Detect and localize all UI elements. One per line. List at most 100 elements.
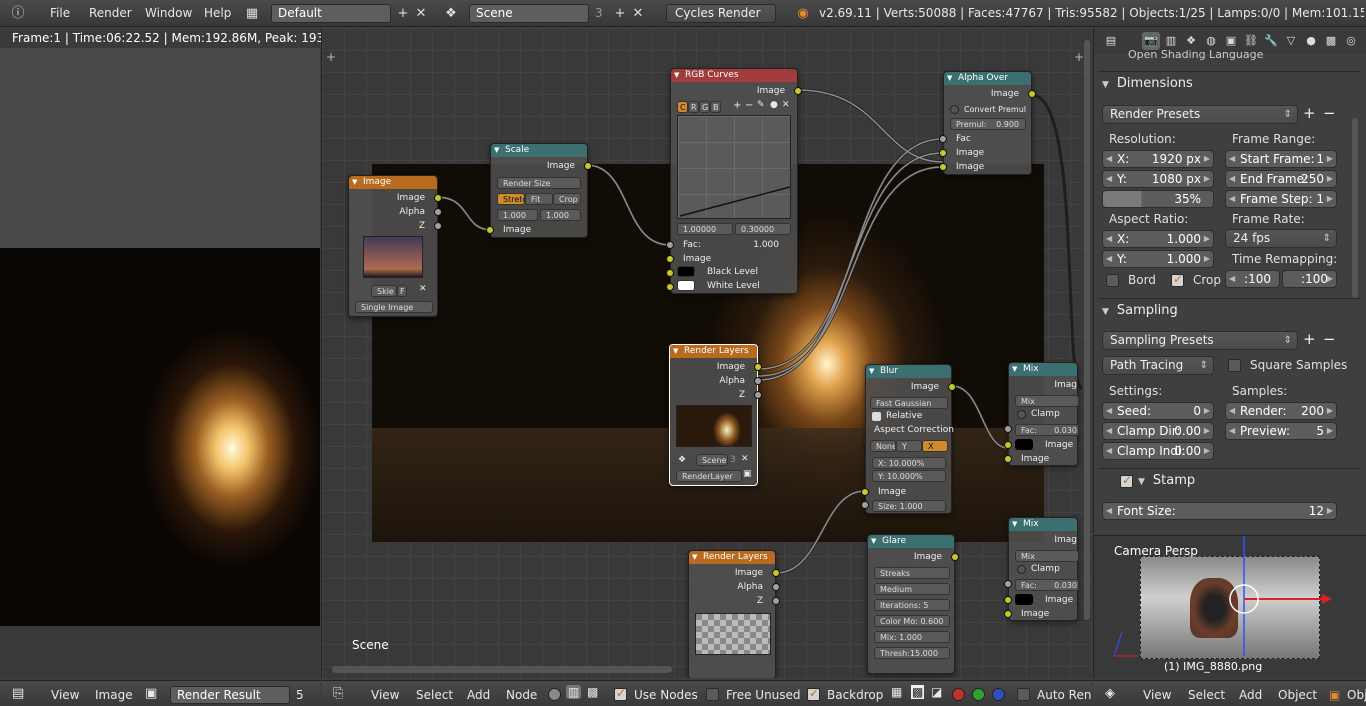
add-layout-icon[interactable]: +	[393, 4, 413, 23]
properties-scrollbar[interactable]	[1352, 118, 1358, 298]
crop-checkbox[interactable]	[1171, 272, 1184, 287]
sampling-panel-header[interactable]: Sampling	[1102, 300, 1357, 322]
backdrop-checkbox[interactable]	[807, 686, 820, 701]
material-tab-icon[interactable]: ●	[1302, 32, 1320, 50]
frame-rate-dropdown[interactable]: 24 fps	[1225, 229, 1337, 248]
stamp-panel-header[interactable]: Stamp	[1102, 470, 1357, 492]
remove-scene-icon[interactable]: ✕	[628, 4, 648, 23]
square-samples-checkbox[interactable]	[1228, 359, 1241, 372]
output-socket[interactable]	[434, 194, 442, 202]
node-image-header[interactable]: Image	[349, 176, 437, 189]
render-samples-field[interactable]: ◀ Render: 200 ▶	[1225, 402, 1337, 420]
decrement-icon[interactable]: ◀	[1229, 191, 1235, 207]
node-rgb-curves[interactable]: RGB Curves Image C R G B + − ✎ ● ✕ 1.000…	[666, 68, 802, 294]
clip-icon[interactable]: ●	[770, 100, 778, 110]
output-socket[interactable]	[754, 363, 762, 371]
glare-quality-dropdown[interactable]: Medium	[874, 583, 950, 595]
color-mod-field[interactable]: Color Mo: 0.600	[874, 615, 950, 627]
decrement-icon[interactable]: ◀	[1229, 151, 1235, 167]
view-menu[interactable]: View	[371, 688, 399, 702]
axis-none-button[interactable]: None	[870, 440, 896, 452]
increment-icon[interactable]: ▶	[1204, 151, 1210, 167]
scene-field[interactable]: Scene	[469, 4, 589, 23]
menu-file[interactable]: File	[50, 4, 70, 23]
output-socket[interactable]	[948, 383, 956, 391]
render-presets-dropdown[interactable]: Render Presets	[1102, 105, 1298, 124]
close-icon[interactable]: ✕	[782, 100, 790, 110]
image-menu[interactable]: Image	[95, 688, 133, 702]
black-level-swatch[interactable]	[677, 266, 695, 277]
input-socket[interactable]	[1004, 610, 1012, 618]
mix-field[interactable]: Mix: 1.000	[874, 631, 950, 643]
curve-graph[interactable]	[677, 115, 791, 219]
increment-icon[interactable]: ▶	[1327, 423, 1333, 439]
menu-help[interactable]: Help	[204, 4, 231, 23]
image-source-dropdown[interactable]: Single Image	[355, 301, 433, 313]
scene-field[interactable]: Scene	[696, 454, 728, 466]
axis-x-button[interactable]: X	[922, 440, 948, 452]
input-socket[interactable]	[1004, 441, 1012, 449]
mode-dropdown[interactable]: Obj	[1347, 688, 1366, 702]
close-icon[interactable]: ✕	[419, 284, 427, 294]
increment-icon[interactable]: ▶	[1204, 443, 1210, 459]
texture-nodes-icon[interactable]: ▩	[587, 685, 598, 699]
shader-nodes-icon[interactable]	[548, 688, 561, 701]
increment-icon[interactable]: ▶	[1327, 191, 1333, 207]
green-channel-icon[interactable]	[972, 688, 985, 701]
resolution-percentage-slider[interactable]: 35%	[1102, 190, 1214, 208]
node-alpha-over-header[interactable]: Alpha Over	[944, 72, 1031, 85]
clamp-checkbox[interactable]	[1017, 565, 1026, 574]
white-level-swatch[interactable]	[677, 280, 695, 291]
scale-x-field[interactable]: 1.000	[497, 209, 538, 221]
corner-plus-icon[interactable]: +	[1074, 50, 1084, 64]
remove-preset-icon[interactable]: −	[1323, 330, 1336, 348]
image-name-field[interactable]: Skie	[371, 285, 397, 297]
fit-button[interactable]: Fit	[525, 193, 553, 205]
input-socket[interactable]	[666, 255, 674, 263]
decrement-icon[interactable]: ◀	[1106, 423, 1112, 439]
output-socket[interactable]	[434, 208, 442, 216]
node-scale-header[interactable]: Scale	[491, 144, 587, 157]
output-socket[interactable]	[951, 553, 959, 561]
screen-layout-field[interactable]: Default	[271, 4, 391, 23]
compositing-nodes-icon[interactable]: ▥	[566, 685, 582, 699]
editor-type-icon[interactable]: ▤	[1102, 32, 1120, 50]
scale-space-dropdown[interactable]: Render Size	[497, 177, 581, 189]
object-mode-icon[interactable]: ▣	[1329, 688, 1340, 702]
input-socket[interactable]	[1004, 596, 1012, 604]
output-socket[interactable]	[434, 222, 442, 230]
clamp-indirect-field[interactable]: ◀ Clamp Indi: 0.00 ▶	[1102, 442, 1214, 460]
decrement-icon[interactable]: ◀	[1106, 231, 1112, 247]
add-scene-icon[interactable]: +	[610, 4, 630, 23]
aspect-x-field[interactable]: ◀ X: 1.000 ▶	[1102, 230, 1214, 248]
convert-premul-checkbox[interactable]	[950, 105, 959, 114]
tools-icon[interactable]: ✎	[757, 100, 765, 110]
select-menu[interactable]: Select	[1188, 688, 1225, 702]
node-menu[interactable]: Node	[506, 688, 537, 702]
input-socket[interactable]	[666, 241, 674, 249]
modifiers-tab-icon[interactable]: 🔧	[1262, 32, 1280, 50]
input-socket[interactable]	[939, 163, 947, 171]
node-rgb-curves-header[interactable]: RGB Curves	[671, 69, 797, 82]
data-tab-icon[interactable]: ▽	[1282, 32, 1300, 50]
remove-preset-icon[interactable]: −	[1323, 104, 1336, 122]
increment-icon[interactable]: ▶	[1327, 403, 1333, 419]
blur-x-field[interactable]: X: 10.000%	[872, 457, 946, 469]
seed-field[interactable]: ◀ Seed: 0 ▶	[1102, 402, 1214, 420]
node-mix-header[interactable]: Mix	[1009, 363, 1077, 376]
end-frame-field[interactable]: ◀ End Frame: 250 ▶	[1225, 170, 1337, 188]
node-image[interactable]: Image Image Alpha Z Skie F ✕ Single Imag…	[348, 175, 442, 317]
iterations-field[interactable]: Iterations: 5	[874, 599, 950, 611]
integrator-dropdown[interactable]: Path Tracing	[1102, 356, 1214, 375]
channel-b-button[interactable]: B	[710, 101, 721, 113]
render-layer-dropdown[interactable]: RenderLayer	[676, 470, 742, 482]
sampling-presets-dropdown[interactable]: Sampling Presets	[1102, 331, 1298, 350]
increment-icon[interactable]: ▶	[1204, 171, 1210, 187]
add-preset-icon[interactable]: +	[1303, 330, 1316, 348]
horizontal-scrollbar[interactable]	[332, 666, 672, 673]
view-menu[interactable]: View	[1143, 688, 1171, 702]
blur-filter-dropdown[interactable]: Fast Gaussian	[870, 397, 948, 409]
border-checkbox[interactable]	[1106, 274, 1119, 287]
menu-render[interactable]: Render	[89, 4, 132, 23]
input-socket[interactable]	[1004, 580, 1012, 588]
